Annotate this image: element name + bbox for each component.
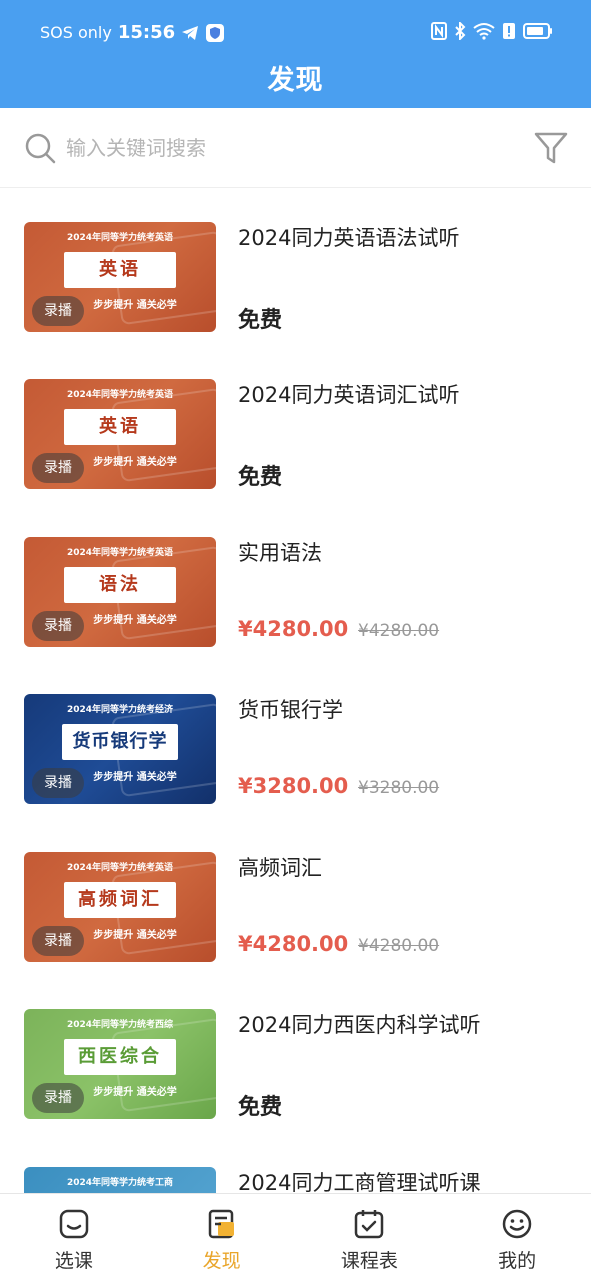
status-left: SOS only 15:56 <box>40 22 225 43</box>
page-title: 发现 <box>267 65 324 96</box>
telegram-icon <box>181 25 199 41</box>
nfc-icon <box>431 22 447 40</box>
course-select-icon <box>58 1208 90 1240</box>
course-original-price: ¥4280.00 <box>358 936 440 956</box>
nav-item-mine[interactable]: 我的 <box>443 1194 591 1280</box>
course-item[interactable]: 2024年同等学力统考英语 英语 步步提升 通关必学 录播 2024同力英语语法… <box>0 190 591 348</box>
recorded-badge: 录播 <box>32 768 84 798</box>
thumb-top-line: 2024年同等学力统考英语 <box>66 390 174 400</box>
recorded-badge: 录播 <box>32 926 84 956</box>
course-price: ¥4280.00 <box>238 617 349 641</box>
nav-item-schedule[interactable]: 课程表 <box>296 1194 444 1280</box>
wifi-icon <box>473 22 495 40</box>
thumb-subject: 货币银行学 <box>62 724 178 760</box>
search-icon[interactable] <box>24 132 56 164</box>
course-title[interactable]: 2024同力英语语法试听 <box>238 222 568 252</box>
nav-label: 发现 <box>202 1250 241 1272</box>
smiley-icon <box>501 1208 533 1240</box>
recorded-badge: 录播 <box>32 611 84 641</box>
course-item[interactable]: 2024年同等学力统考英语 英语 步步提升 通关必学 录播 2024同力英语词汇… <box>0 347 591 505</box>
course-title[interactable]: 2024同力工商管理试听课 <box>238 1167 568 1193</box>
bluetooth-icon <box>454 22 466 40</box>
course-thumbnail[interactable]: 2024年同等学力统考西综 西医综合 步步提升 通关必学 录播 <box>24 1009 216 1119</box>
thumb-top-line: 2024年同等学力统考经济 <box>66 705 174 715</box>
calendar-check-icon <box>353 1208 385 1240</box>
status-bar: SOS only 15:56 <box>0 18 591 48</box>
course-thumbnail[interactable]: 2024年同等学力统考工商 <box>24 1167 216 1193</box>
course-thumbnail[interactable]: 2024年同等学力统考经济 货币银行学 步步提升 通关必学 录播 <box>24 694 216 804</box>
nav-label: 课程表 <box>340 1250 398 1272</box>
course-price-free: 免费 <box>238 465 283 490</box>
thumb-subject: 语法 <box>64 567 176 603</box>
status-right <box>431 22 553 40</box>
course-original-price: ¥3280.00 <box>358 778 440 798</box>
app-header: SOS only 15:56 发现 <box>0 0 591 108</box>
course-original-price: ¥4280.00 <box>358 621 440 641</box>
course-item[interactable]: 2024年同等学力统考工商 2024同力工商管理试听课 <box>0 1135 591 1193</box>
course-item[interactable]: 2024年同等学力统考英语 高频词汇 步步提升 通关必学 录播 高频词汇 ¥42… <box>0 820 591 978</box>
search-bar <box>0 108 591 188</box>
course-title[interactable]: 高频词汇 <box>238 852 568 882</box>
recorded-badge: 录播 <box>32 1083 84 1113</box>
nav-label: 我的 <box>498 1250 537 1272</box>
nav-item-course-select[interactable]: 选课 <box>0 1194 148 1280</box>
course-title[interactable]: 实用语法 <box>238 537 568 567</box>
course-price-free: 免费 <box>238 308 283 333</box>
thumb-top-line: 2024年同等学力统考英语 <box>66 233 174 243</box>
recorded-badge: 录播 <box>32 453 84 483</box>
course-item[interactable]: 2024年同等学力统考经济 货币银行学 步步提升 通关必学 录播 货币银行学 ¥… <box>0 662 591 820</box>
recorded-badge: 录播 <box>32 296 84 326</box>
thumb-subject: 英语 <box>64 252 176 288</box>
course-thumbnail[interactable]: 2024年同等学力统考英语 英语 步步提升 通关必学 录播 <box>24 222 216 332</box>
shield-icon <box>205 23 225 43</box>
course-price-free: 免费 <box>238 1095 283 1120</box>
course-thumbnail[interactable]: 2024年同等学力统考英语 语法 步步提升 通关必学 录播 <box>24 537 216 647</box>
thumb-top-line: 2024年同等学力统考英语 <box>66 863 174 873</box>
course-item[interactable]: 2024年同等学力统考英语 语法 步步提升 通关必学 录播 实用语法 ¥4280… <box>0 505 591 663</box>
course-thumbnail[interactable]: 2024年同等学力统考英语 英语 步步提升 通关必学 录播 <box>24 379 216 489</box>
battery-icon <box>523 22 553 40</box>
course-item[interactable]: 2024年同等学力统考西综 西医综合 步步提升 通关必学 录播 2024同力西医… <box>0 977 591 1135</box>
thumb-top-line: 2024年同等学力统考工商 <box>66 1178 174 1188</box>
thumb-subject: 西医综合 <box>64 1039 176 1075</box>
thumb-top-line: 2024年同等学力统考英语 <box>66 548 174 558</box>
course-title[interactable]: 2024同力西医内科学试听 <box>238 1009 568 1039</box>
thumb-top-line: 2024年同等学力统考西综 <box>66 1020 174 1030</box>
bottom-nav: 选课 发现 课程表 我的 <box>0 1193 591 1280</box>
nav-label: 选课 <box>54 1250 93 1272</box>
alert-icon <box>502 22 516 40</box>
course-price: ¥3280.00 <box>238 774 349 798</box>
course-thumbnail[interactable]: 2024年同等学力统考英语 高频词汇 步步提升 通关必学 录播 <box>24 852 216 962</box>
carrier-text: SOS only <box>40 23 112 42</box>
course-list: 2024年同等学力统考英语 英语 步步提升 通关必学 录播 2024同力英语语法… <box>0 190 591 1193</box>
discover-icon <box>206 1208 238 1240</box>
thumb-subject: 英语 <box>64 409 176 445</box>
course-title[interactable]: 2024同力英语词汇试听 <box>238 379 568 409</box>
clock-text: 15:56 <box>117 22 176 43</box>
course-title[interactable]: 货币银行学 <box>238 694 568 724</box>
course-price: ¥4280.00 <box>238 932 349 956</box>
search-input[interactable] <box>66 128 486 168</box>
nav-item-discover[interactable]: 发现 <box>148 1194 296 1280</box>
thumb-subject: 高频词汇 <box>64 882 176 918</box>
filter-icon[interactable] <box>533 130 569 166</box>
